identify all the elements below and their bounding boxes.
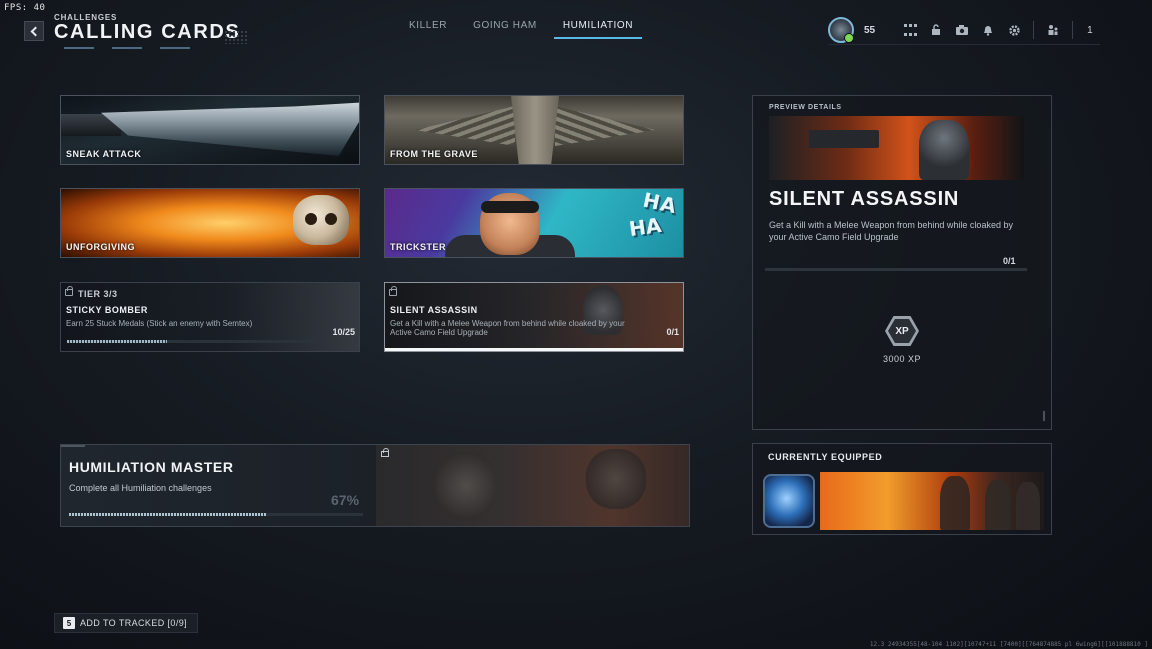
selection-indicator <box>385 348 683 351</box>
tab-killer[interactable]: KILLER <box>400 20 456 39</box>
master-challenge[interactable]: HUMILIATION MASTER Complete all Humiliat… <box>60 444 690 527</box>
keybind-hint: 5 <box>63 617 75 629</box>
progress-fill <box>69 513 266 516</box>
add-to-tracked-label: ADD TO TRACKED [0/9] <box>80 618 188 628</box>
player-avatar[interactable] <box>828 17 854 43</box>
preview-title: SILENT ASSASSIN <box>769 188 960 210</box>
xp-badge-text: XP <box>888 319 916 343</box>
tab-going-ham[interactable]: GOING HAM <box>464 20 546 39</box>
calling-card-from-the-grave[interactable]: FROM THE GRAVE <box>384 95 684 165</box>
master-description: Complete all Humiliation challenges <box>69 483 212 493</box>
chevron-left-icon <box>30 26 41 36</box>
master-title: HUMILIATION MASTER <box>69 459 234 475</box>
category-tabs: KILLER GOING HAM HUMILIATION <box>400 20 650 39</box>
challenge-progress: 10/25 <box>332 327 355 337</box>
lock-icon[interactable] <box>928 22 944 38</box>
lock-icon <box>389 286 397 296</box>
preview-card-image <box>769 116 1024 180</box>
subtab-indicators <box>64 47 204 50</box>
reward-value: 3000 XP <box>882 354 922 364</box>
accent-line <box>61 445 85 447</box>
party-icon[interactable] <box>1045 22 1061 38</box>
goggles-art <box>481 201 539 213</box>
party-count: 1 <box>1087 24 1093 36</box>
build-string: 12.3 24934355[48-104 1102][10747+11 [740… <box>869 641 1148 648</box>
challenge-name: SILENT ASSASSIN <box>390 305 478 315</box>
challenge-progress: 0/1 <box>666 327 679 337</box>
calling-card-trickster[interactable]: HA HA TRICKSTER <box>384 188 684 258</box>
calling-card-label: TRICKSTER <box>390 242 446 252</box>
master-percent: 67% <box>331 492 360 508</box>
top-right-bar: 55 1 <box>828 17 1093 43</box>
divider <box>828 44 1100 45</box>
challenge-name: STICKY BOMBER <box>66 305 148 315</box>
challenge-description: Earn 25 Stuck Medals (Stick an enemy wit… <box>66 319 253 328</box>
xp-badge-icon: XP <box>885 316 919 346</box>
challenge-tier: TIER 3/3 <box>78 289 118 299</box>
bell-icon[interactable] <box>980 22 996 38</box>
master-art <box>376 445 689 526</box>
ha-text-art: HA <box>627 212 663 242</box>
flaming-skull-art <box>293 195 349 245</box>
divider <box>1033 21 1035 39</box>
add-to-tracked-button[interactable]: 5 ADD TO TRACKED [0/9] <box>54 613 199 633</box>
weapon-art <box>809 130 879 148</box>
skull-art <box>586 449 646 509</box>
calling-card-label: FROM THE GRAVE <box>390 149 478 159</box>
wing-art <box>555 106 655 146</box>
calling-card-sneak-attack[interactable]: SNEAK ATTACK <box>60 95 360 165</box>
progress-fill <box>67 340 167 343</box>
title-decoration <box>224 30 248 44</box>
challenge-silent-assassin[interactable]: SILENT ASSASSIN Get a Kill with a Melee … <box>384 282 684 352</box>
page-title: CALLING CARDS <box>54 21 241 43</box>
wing-art <box>415 106 515 146</box>
equipped-emblem[interactable] <box>763 474 815 528</box>
lock-icon <box>381 448 389 457</box>
equipped-header: CURRENTLY EQUIPPED <box>768 452 883 462</box>
divider <box>1072 21 1074 39</box>
player-level: 55 <box>864 24 876 36</box>
preview-description: Get a Kill with a Melee Weapon from behi… <box>769 220 1013 242</box>
character-art <box>985 480 1011 530</box>
skull-art <box>436 451 496 521</box>
grid-icon[interactable] <box>902 22 918 38</box>
fps-counter: FPS: 40 <box>4 3 46 13</box>
calling-card-label: UNFORGIVING <box>66 242 136 252</box>
calling-card-label: SNEAK ATTACK <box>66 149 142 159</box>
calling-card-unforgiving[interactable]: UNFORGIVING <box>60 188 360 258</box>
preview-header: PREVIEW DETAILS <box>769 104 842 111</box>
scrollbar[interactable] <box>1043 411 1045 421</box>
challenge-sticky-bomber[interactable]: TIER 3/3 STICKY BOMBER Earn 25 Stuck Med… <box>60 282 360 352</box>
knife-blade-art <box>101 102 359 156</box>
equipped-calling-card[interactable] <box>820 472 1044 530</box>
progress-bar <box>765 268 1027 271</box>
character-art <box>1016 482 1040 530</box>
soldier-art <box>919 120 969 180</box>
progress-bar <box>69 513 363 516</box>
progress-bar <box>67 340 317 343</box>
challenge-description: Get a Kill with a Melee Weapon from behi… <box>390 319 625 337</box>
back-button[interactable] <box>24 21 44 41</box>
gear-icon[interactable] <box>1006 22 1022 38</box>
lock-icon <box>65 286 73 296</box>
tab-humiliation[interactable]: HUMILIATION <box>553 20 643 39</box>
camera-icon[interactable] <box>954 22 970 38</box>
preview-progress: 0/1 <box>1003 256 1016 266</box>
character-art <box>940 476 970 530</box>
currently-equipped-panel: CURRENTLY EQUIPPED <box>752 443 1052 535</box>
preview-details-panel: PREVIEW DETAILS SILENT ASSASSIN Get a Ki… <box>752 95 1052 430</box>
